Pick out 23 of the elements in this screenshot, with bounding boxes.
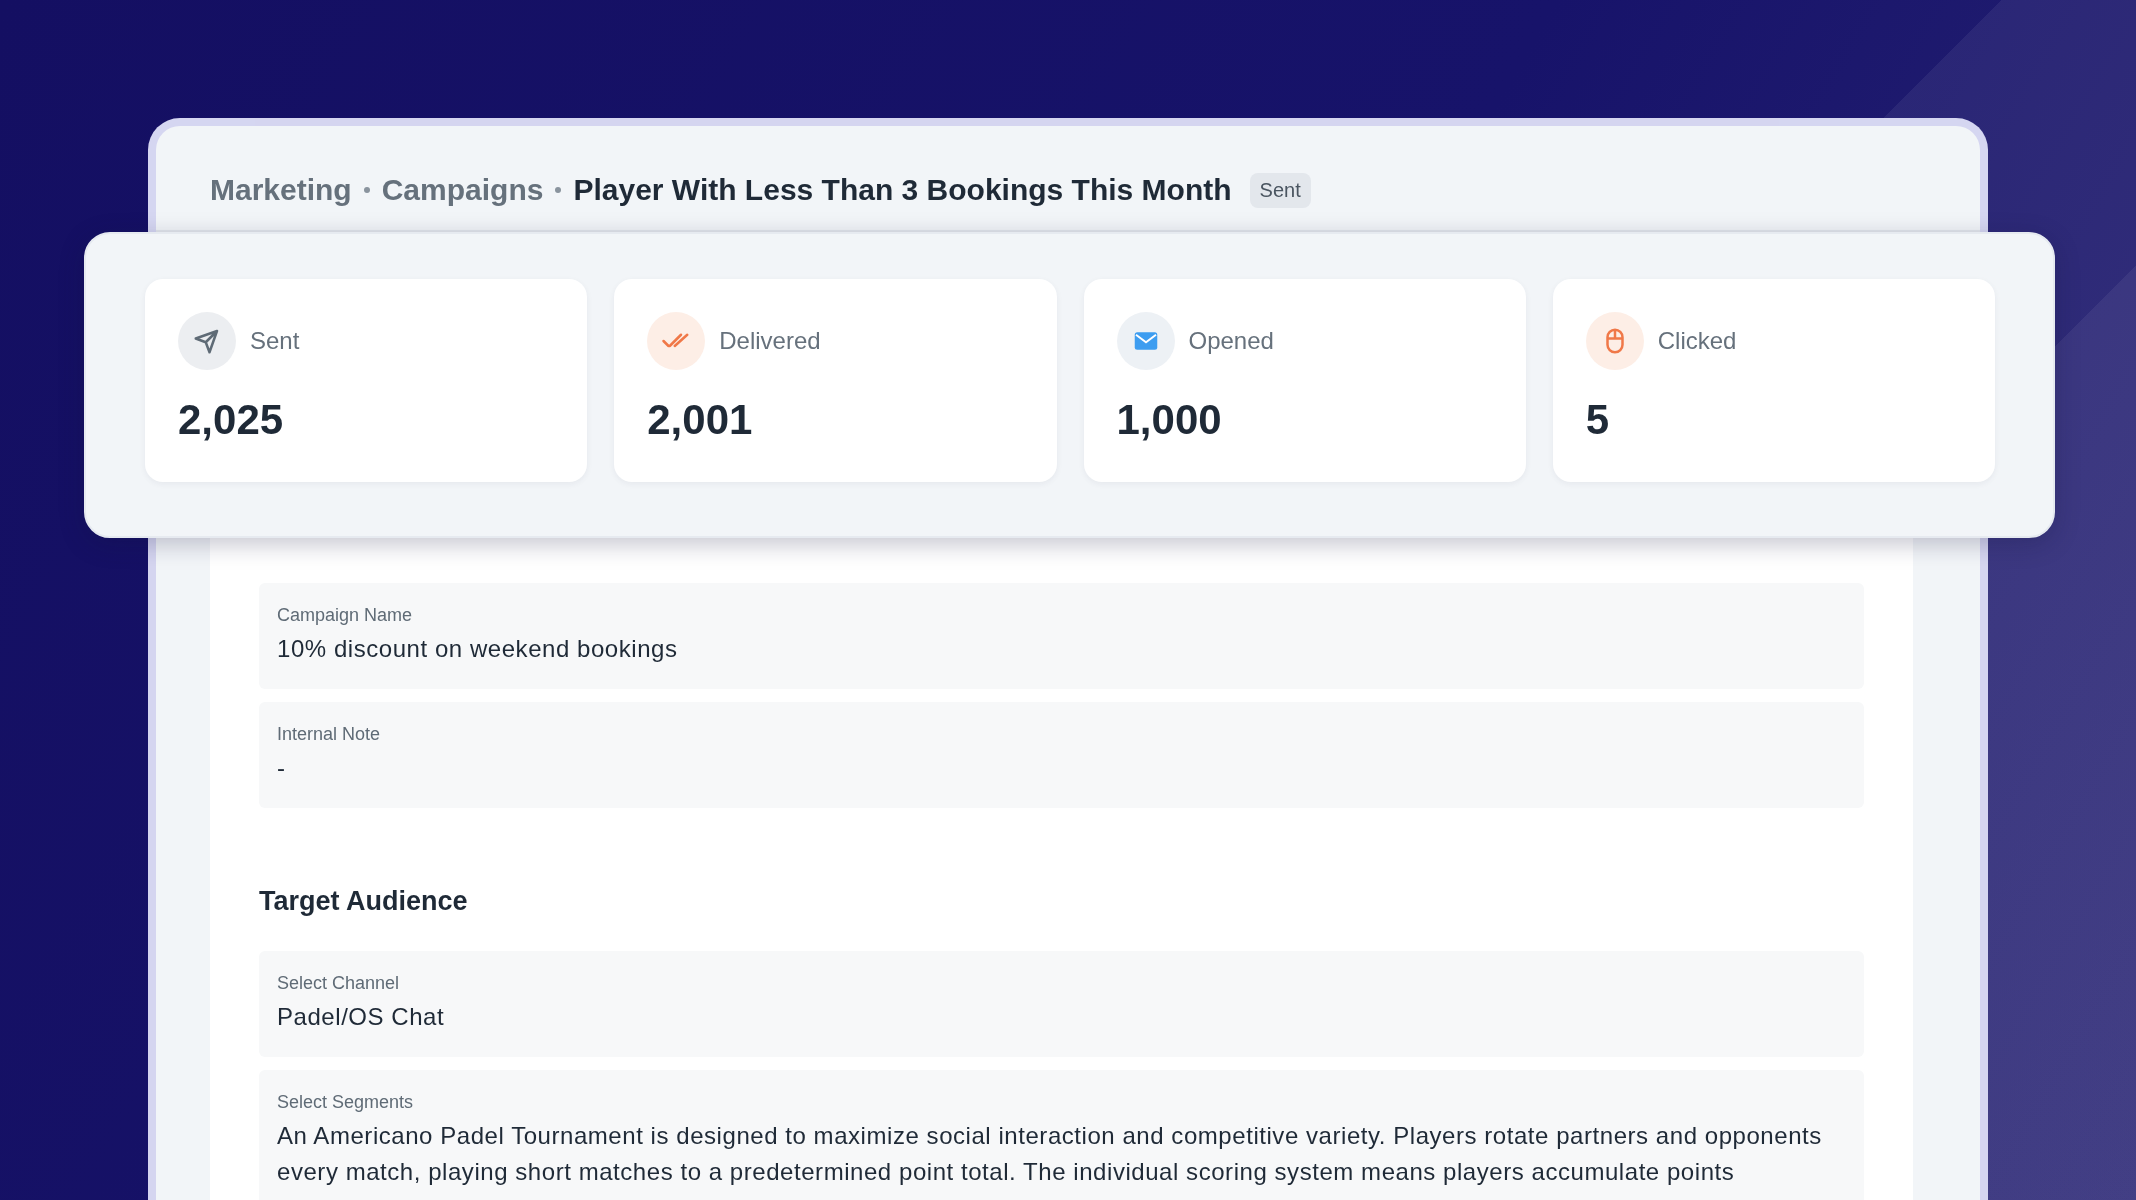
- field-value: Padel/OS Chat: [277, 1002, 446, 1032]
- field-value: An Americano Padel Tournament is designed to maximize social interaction and competitive variety. Players rotate partners and opponents every match, playing short matches to a predetermined point total. The individual scoring system means players accumulate points: [277, 1121, 1823, 1187]
- stat-label: Clicked: [1657, 327, 1737, 355]
- stat-value: 2,025: [178, 396, 285, 444]
- separator-dot: [363, 187, 370, 193]
- field-value: -: [277, 753, 287, 783]
- stat-value: 1,000: [1116, 396, 1223, 444]
- field-label: Select Channel: [277, 972, 401, 995]
- stat-label: Sent: [250, 327, 300, 355]
- breadcrumb-link[interactable]: Campaigns: [381, 173, 544, 207]
- field-value: 10% discount on weekend bookings: [277, 634, 679, 664]
- stat-label: Delivered: [719, 327, 821, 355]
- stat-label: Opened: [1188, 327, 1274, 355]
- stat-value: 2,001: [647, 396, 754, 444]
- page-title: Player With Less Than 3 Bookings This Month: [573, 173, 1232, 207]
- separator-dot: [555, 187, 562, 193]
- section-heading: Target Audience: [259, 886, 469, 917]
- field-label: Internal Note: [277, 723, 382, 746]
- field-label: Select Segments: [277, 1091, 415, 1114]
- breadcrumb-link[interactable]: Marketing: [210, 173, 352, 207]
- status-badge: Sent: [1249, 172, 1311, 208]
- field-label: Campaign Name: [277, 604, 414, 627]
- stat-value: 5: [1585, 396, 1611, 444]
